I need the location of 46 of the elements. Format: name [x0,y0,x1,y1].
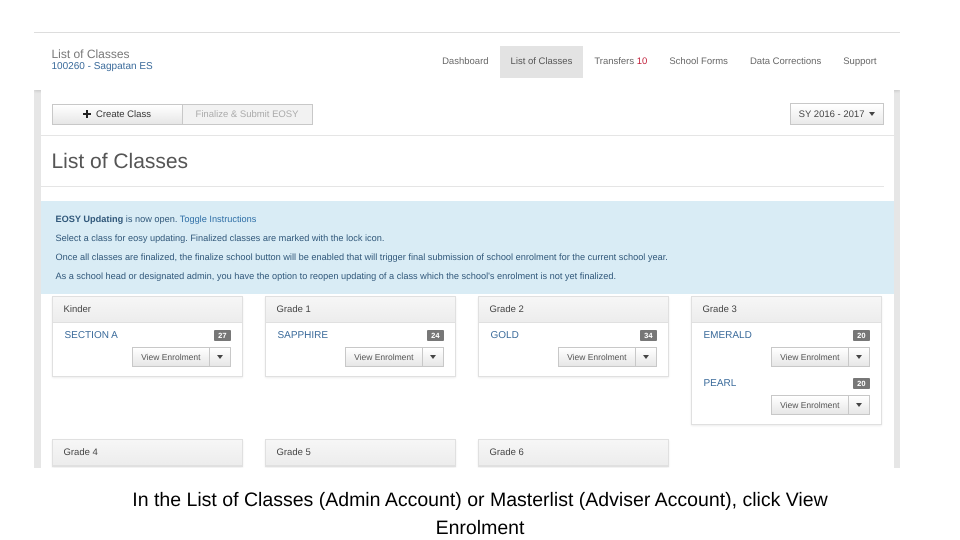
slide-caption: In the List of Classes (Admin Account) or Masterlist (Adviser Account), click View Enrolment [131,488,829,540]
caret-icon [856,403,862,407]
card-header: Grade 4 [52,440,242,466]
section-link[interactable]: PEARL [704,378,736,389]
card-header: Grade 6 [478,440,668,466]
section-link[interactable]: EMERALD [704,330,752,341]
section-link[interactable]: SAPPHIRE [278,330,328,341]
view-enrolment-button[interactable]: View Enrolment [132,347,210,367]
nav-tab[interactable]: Dashboard [431,46,500,78]
nav-tab[interactable]: Data Corrections [738,46,832,78]
school-year-dropdown[interactable]: SY 2016 - 2017 [790,103,884,125]
caret-icon [430,355,436,359]
dropdown-toggle[interactable] [422,347,444,367]
section-link[interactable]: GOLD [490,330,519,341]
card-header: Kinder [52,297,242,323]
caret-icon [868,112,874,116]
section-link[interactable]: SECTION A [64,330,118,341]
dropdown-toggle[interactable] [210,347,230,367]
page-heading: List of Classes [40,136,884,187]
toolbar-button[interactable]: Create Class [52,104,182,124]
toggle-instructions-link[interactable]: Toggle Instructions [180,214,256,224]
school-name: 100260 - Sagpatan ES [52,61,153,73]
nav-tab[interactable]: Support [832,46,888,78]
nav-tab[interactable]: List of Classes [500,46,584,78]
card-header: Grade 3 [692,297,880,323]
alert-text: EOSY Updating is now open. [56,214,178,224]
alert-text: Once all classes are finalized, the finalize school button will be enabled that will trigger final submission of school enrolment for the current school year. [56,252,668,262]
alert-text: As a school head or designated admin, you have the option to reopen updating of a class which the school's enrolment is not yet finalized. [56,271,616,281]
caret-icon [856,355,862,359]
card-header: Grade 1 [266,297,454,323]
card-header: Grade 2 [478,297,668,323]
nav-tab[interactable]: Transfers 10 [583,46,658,78]
view-enrolment-button[interactable]: View Enrolment [558,347,636,367]
view-enrolment-button[interactable]: View Enrolment [345,347,422,367]
caret-icon [642,355,648,359]
view-enrolment-button[interactable]: View Enrolment [771,347,848,367]
card-header: Grade 5 [266,440,454,466]
caret-icon [216,355,222,359]
dropdown-toggle[interactable] [848,347,870,367]
dropdown-toggle[interactable] [636,347,656,367]
alert-text: Select a class for eosy updating. Finalized classes are marked with the lock icon. [56,233,384,243]
view-enrolment-button[interactable]: View Enrolment [771,395,848,415]
dropdown-toggle[interactable] [848,395,870,415]
header-title: List of Classes [52,48,131,61]
plus-icon [83,110,92,118]
nav-tab[interactable]: School Forms [658,46,739,78]
